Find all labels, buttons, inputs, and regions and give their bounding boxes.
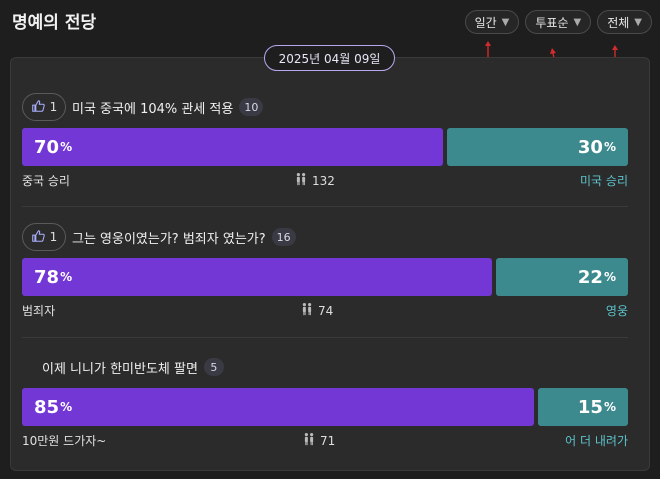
voter-count-value: 74 [318, 303, 334, 318]
percent-sign: % [603, 270, 616, 284]
vote-percent-right: 22 [577, 266, 603, 288]
people-icon [300, 302, 314, 319]
filter-period-button[interactable]: 일간 ▼ [464, 10, 520, 34]
filter-group: 일간 ▼ 투표순 ▼ 전체 ▼ [464, 10, 652, 34]
vote-percent-left: 70 [34, 136, 60, 158]
comment-count-badge: 16 [271, 228, 296, 246]
poll-title[interactable]: 그는 영웅이였는가? 범죄자 였는가? [72, 228, 266, 247]
date-badge: 2025년 04월 09일 [264, 45, 395, 71]
caret-down-icon: ▼ [634, 16, 642, 28]
vote-bar-right[interactable]: 30% [447, 128, 628, 166]
vote-bars: 70% 30% [22, 128, 628, 166]
filter-label: 전체 [607, 15, 630, 30]
voter-count-value: 71 [320, 433, 336, 448]
percent-sign: % [60, 270, 73, 284]
poll-divider [22, 337, 628, 338]
poll-card: 1 그는 영웅이였는가? 범죄자 였는가? 16 78% 22% 범죄자 74 … [22, 222, 628, 320]
vote-labels: 중국 승리 132 미국 승리 [22, 172, 628, 190]
header: 명예의 전당 일간 ▼ 투표순 ▼ 전체 ▼ [0, 0, 660, 44]
caret-down-icon: ▼ [501, 16, 510, 28]
option-label-right: 어 더 내려가 [565, 434, 628, 448]
option-label-right: 미국 승리 [580, 174, 628, 188]
percent-sign: % [603, 140, 616, 154]
vote-bars: 85% 15% [22, 388, 628, 426]
voter-count: 74 [300, 302, 333, 319]
voter-count: 71 [302, 432, 335, 449]
option-label-right: 영웅 [605, 304, 628, 318]
poll-title[interactable]: 이제 니니가 한미반도체 팔면 [42, 358, 198, 377]
vote-labels: 10만원 드가자~ 71 어 더 내려가 [22, 432, 628, 450]
vote-bars: 78% 22% [22, 258, 628, 296]
vote-percent-left: 78 [34, 266, 60, 288]
like-button[interactable]: 1 [22, 93, 66, 121]
comment-count-badge: 10 [239, 98, 264, 116]
vote-percent-left: 85 [34, 396, 60, 418]
poll-title-row: 1 그는 영웅이였는가? 범죄자 였는가? 16 [22, 222, 628, 252]
voter-count: 132 [294, 172, 335, 189]
filter-label: 투표순 [535, 15, 569, 30]
vote-bar-left[interactable]: 85% [22, 388, 534, 426]
percent-sign: % [60, 140, 73, 154]
page-title: 명예의 전당 [12, 13, 97, 33]
poll-divider [22, 206, 628, 207]
vote-bar-left[interactable]: 78% [22, 258, 492, 296]
poll-title-row: 이제 니니가 한미반도체 팔면 5 [22, 352, 628, 382]
percent-sign: % [60, 400, 73, 414]
people-icon [302, 432, 316, 449]
filter-sort-button[interactable]: 투표순 ▼ [525, 10, 592, 34]
thumbs-up-icon [31, 229, 45, 246]
caret-down-icon: ▼ [573, 16, 582, 28]
vote-percent-right: 30 [577, 136, 603, 158]
like-button[interactable]: 1 [22, 223, 66, 251]
option-label-left: 10만원 드가자~ [22, 434, 107, 448]
people-icon [294, 172, 308, 189]
voter-count-value: 132 [312, 173, 335, 188]
filter-label: 일간 [474, 15, 497, 30]
percent-sign: % [603, 400, 616, 414]
option-label-left: 중국 승리 [22, 174, 70, 188]
poll-title[interactable]: 미국 중국에 104% 관세 적용 [72, 98, 233, 117]
vote-bar-left[interactable]: 70% [22, 128, 444, 166]
vote-labels: 범죄자 74 영웅 [22, 302, 628, 320]
poll-card: 1 미국 중국에 104% 관세 적용 10 70% 30% 중국 승리 132… [22, 92, 628, 190]
poll-title-row: 1 미국 중국에 104% 관세 적용 10 [22, 92, 628, 122]
vote-bar-right[interactable]: 15% [537, 388, 628, 426]
like-count: 1 [49, 100, 58, 114]
poll-card: 이제 니니가 한미반도체 팔면 5 85% 15% 10만원 드가자~ 71 어… [22, 352, 628, 450]
vote-bar-right[interactable]: 22% [495, 258, 628, 296]
option-label-left: 범죄자 [22, 304, 56, 318]
like-count: 1 [49, 230, 58, 244]
thumbs-up-icon [31, 99, 45, 116]
comment-count-badge: 5 [203, 358, 224, 376]
filter-scope-button[interactable]: 전체 ▼ [597, 10, 652, 34]
vote-percent-right: 15 [577, 396, 603, 418]
